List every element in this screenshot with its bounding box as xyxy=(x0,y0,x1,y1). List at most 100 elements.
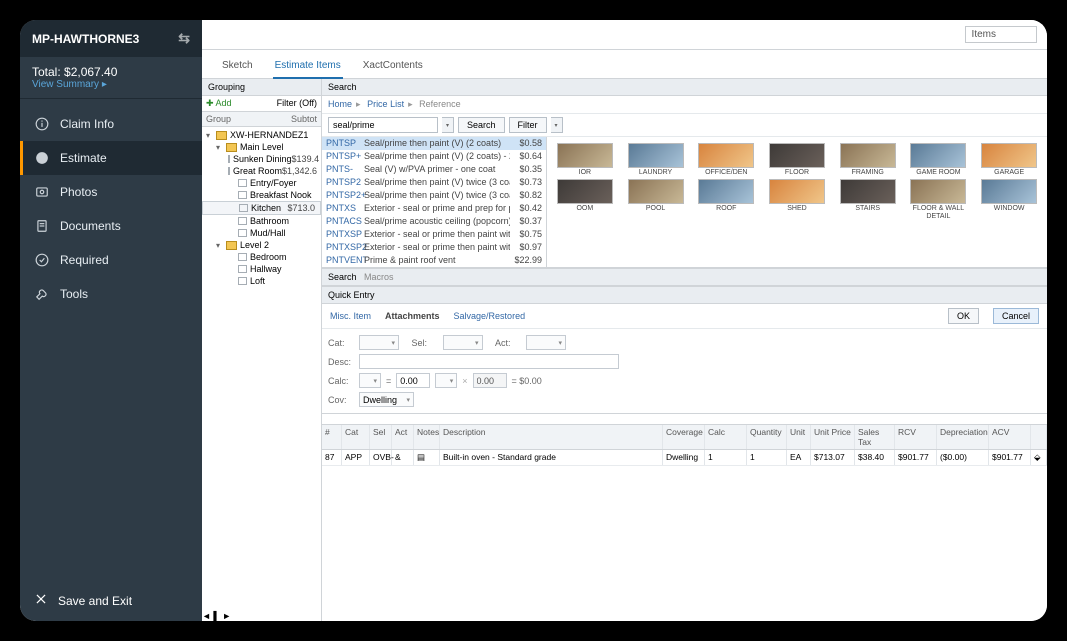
documents-icon xyxy=(34,218,50,234)
filter-button[interactable]: Filter xyxy=(509,117,547,133)
qe-salvage[interactable]: Salvage/Restored xyxy=(454,311,526,321)
sidebar-toggle-icon[interactable]: ⇆ xyxy=(178,30,190,47)
result-row[interactable]: PNTSP+Seal/prime then paint (V) (2 coats… xyxy=(322,150,546,163)
tab-xactcontents[interactable]: XactContents xyxy=(361,56,425,78)
group-tree: ▾XW-HERNANDEZ1 ▾Main LevelSunken Dining$… xyxy=(202,127,321,611)
result-row[interactable]: PNTXSPExterior - seal or prime then pain… xyxy=(322,228,546,241)
info-icon xyxy=(34,116,50,132)
crumb-reference: Reference xyxy=(419,99,461,109)
category-thumb[interactable]: GARAGE xyxy=(975,143,1043,176)
grouping-toolbar: ✚ Add Filter (Off) xyxy=(202,96,321,112)
category-thumb[interactable]: SHED xyxy=(763,179,831,220)
nav-documents[interactable]: Documents xyxy=(20,209,202,243)
tree-room[interactable]: Mud/Hall xyxy=(202,227,321,239)
category-thumb[interactable]: GAME ROOM xyxy=(905,143,973,176)
breadcrumb: Home▸ Price List▸ Reference xyxy=(322,96,1047,114)
nav-photos[interactable]: Photos xyxy=(20,175,202,209)
category-thumb[interactable]: FRAMING xyxy=(834,143,902,176)
quick-entry-header: Quick Entry xyxy=(322,286,1047,304)
app-frame: MP-HAWTHORNE3 ⇆ Total: $2,067.40 View Su… xyxy=(20,20,1047,621)
items-dropdown[interactable]: Items xyxy=(965,26,1037,43)
qe-ok-button[interactable]: OK xyxy=(948,308,979,324)
tree-room[interactable]: Sunken Dining$139.4 xyxy=(202,153,321,165)
result-row[interactable]: PNTSP2+Seal/prime then paint (V) twice (… xyxy=(322,189,546,202)
tree-room[interactable]: Bathroom xyxy=(202,215,321,227)
tree-room[interactable]: Hallway xyxy=(202,263,321,275)
sidebar: MP-HAWTHORNE3 ⇆ Total: $2,067.40 View Su… xyxy=(20,20,202,621)
filter-dropdown-icon[interactable]: ▾ xyxy=(551,117,563,133)
category-thumb[interactable]: OFFICE/DEN xyxy=(692,143,760,176)
tree-room[interactable]: Kitchen$713.0 xyxy=(202,201,321,215)
category-thumb[interactable]: LAUNDRY xyxy=(622,143,690,176)
tab-estimate-items[interactable]: Estimate Items xyxy=(273,56,343,79)
category-thumb[interactable]: FLOOR & WALL DETAIL xyxy=(905,179,973,220)
category-thumb[interactable]: STAIRS xyxy=(834,179,902,220)
line-item-row[interactable]: 87APPOVB-&▤Built-in oven - Standard grad… xyxy=(322,450,1047,466)
project-title: MP-HAWTHORNE3 xyxy=(32,32,139,46)
result-row[interactable]: PNTVENTPrime & paint roof vent$22.99 xyxy=(322,254,546,267)
qe-cancel-button[interactable]: Cancel xyxy=(993,308,1039,324)
tree-room[interactable]: Breakfast Nook xyxy=(202,189,321,201)
sel-select[interactable] xyxy=(443,335,483,350)
desc-input[interactable] xyxy=(359,354,619,369)
tree-room[interactable]: Bedroom xyxy=(202,251,321,263)
tree-room[interactable]: Great Room$1,342.6 xyxy=(202,165,321,177)
main-area: Items Sketch Estimate Items XactContents… xyxy=(202,20,1047,621)
nav-claim-info[interactable]: Claim Info xyxy=(20,107,202,141)
tools-icon xyxy=(34,286,50,302)
total-amount: Total: $2,067.40 xyxy=(32,65,190,79)
category-thumb[interactable]: POOL xyxy=(622,179,690,220)
nav-estimate[interactable]: Estimate xyxy=(20,141,202,175)
result-row[interactable]: PNTSP2Seal/prime then paint (V) twice (3… xyxy=(322,176,546,189)
tab-search[interactable]: Search xyxy=(328,272,357,282)
tab-sketch[interactable]: Sketch xyxy=(220,56,255,78)
result-row[interactable]: PNTS-Seal (V) w/PVA primer - one coat$0.… xyxy=(322,163,546,176)
add-group[interactable]: ✚ Add xyxy=(206,98,232,109)
tree-root[interactable]: ▾XW-HERNANDEZ1 xyxy=(202,129,321,141)
line-items: #CatSelActNotesDescriptionCoverageCalcQu… xyxy=(322,424,1047,621)
category-thumb[interactable]: FLOOR xyxy=(763,143,831,176)
tree-room[interactable]: Loft xyxy=(202,275,321,287)
note-icon[interactable]: ▤ xyxy=(414,450,440,465)
sidebar-nav: Claim Info Estimate Photos Documents Req… xyxy=(20,99,202,580)
calc-unit[interactable] xyxy=(359,373,381,388)
category-thumb[interactable]: OOM xyxy=(551,179,619,220)
tab-macros[interactable]: Macros xyxy=(364,272,394,282)
result-row[interactable]: PNTXSP2Exterior - seal or prime then pai… xyxy=(322,241,546,254)
nav-tools[interactable]: Tools xyxy=(20,277,202,311)
result-row[interactable]: PNTACSSeal/prime acoustic ceiling (popco… xyxy=(322,215,546,228)
search-dropdown-icon[interactable]: ▾ xyxy=(442,117,454,133)
grouping-header: Grouping xyxy=(202,79,321,96)
crumb-price-list[interactable]: Price List xyxy=(367,99,404,109)
calc-op[interactable] xyxy=(435,373,457,388)
category-thumb[interactable]: ROOF xyxy=(692,179,760,220)
quick-entry-form: Cat: Sel: Act: Desc: Calc:=×= $0.00 Cov:… xyxy=(322,329,1047,414)
search-bar: ▾ Search Filter ▾ xyxy=(322,114,1047,137)
tree-level[interactable]: ▾Main Level xyxy=(202,141,321,153)
row-action-icon[interactable]: ⬙ xyxy=(1031,450,1047,465)
category-thumb[interactable]: IOR xyxy=(551,143,619,176)
tree-room[interactable]: Entry/Foyer xyxy=(202,177,321,189)
filter-toggle[interactable]: Filter (Off) xyxy=(277,98,317,109)
nav-required[interactable]: Required xyxy=(20,243,202,277)
sidebar-header: MP-HAWTHORNE3 ⇆ xyxy=(20,20,202,57)
tree-scrollbar[interactable]: ◄ ▌ ► xyxy=(202,611,321,621)
tree-level[interactable]: ▾Level 2 xyxy=(202,239,321,251)
required-icon xyxy=(34,252,50,268)
qe-attachments[interactable]: Attachments xyxy=(385,311,440,321)
qe-misc[interactable]: Misc. Item xyxy=(330,311,371,321)
search-input[interactable] xyxy=(328,117,438,133)
result-row[interactable]: PNTXSExterior - seal or prime and prep f… xyxy=(322,202,546,215)
view-summary-link[interactable]: View Summary ▸ xyxy=(32,79,190,90)
crumb-home[interactable]: Home xyxy=(328,99,352,109)
cat-select[interactable] xyxy=(359,335,399,350)
result-row[interactable]: PNTSPSeal/prime then paint (V) (2 coats)… xyxy=(322,137,546,150)
calc-qty[interactable] xyxy=(396,373,430,388)
category-thumb[interactable]: WINDOW xyxy=(975,179,1043,220)
cov-select[interactable]: Dwelling xyxy=(359,392,414,407)
main-tabs: Sketch Estimate Items XactContents xyxy=(202,50,1047,79)
search-results: PNTSPSeal/prime then paint (V) (2 coats)… xyxy=(322,137,547,267)
category-thumbnails: IORLAUNDRYOFFICE/DENFLOORFRAMINGGAME ROO… xyxy=(547,137,1047,267)
search-button[interactable]: Search xyxy=(458,117,505,133)
act-select[interactable] xyxy=(526,335,566,350)
